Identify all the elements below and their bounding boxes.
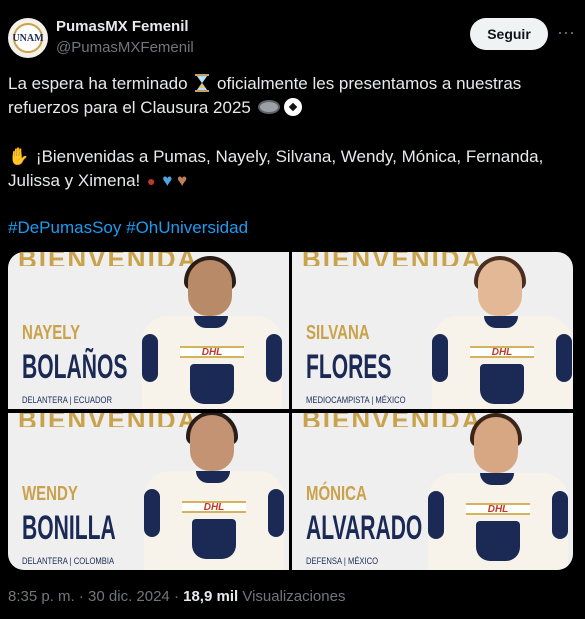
- follow-button[interactable]: Seguir: [470, 18, 548, 50]
- player-first-name: NAYELY: [22, 322, 81, 344]
- paw-prints-icon: ●: [147, 173, 156, 189]
- account-handle[interactable]: @PumasMXFemenil: [56, 39, 194, 56]
- player-photo: DHL: [144, 413, 284, 570]
- pumas-logo-icon: UNAM: [12, 23, 44, 53]
- player-first-name: SILVANA: [306, 322, 370, 344]
- post-metadata: 8:35 p. m. · 30 dic. 2024 · 18,9 mil Vis…: [8, 588, 345, 605]
- post-text-part: ¡Bienvenidas a Pumas, Nayely, Silvana, W…: [35, 147, 544, 166]
- post-header: UNAM PumasMX Femenil @PumasMXFemenil Seg…: [8, 14, 577, 64]
- player-role: DELANTERA | COLOMBIA: [22, 556, 115, 566]
- player-last-name: BONILLA: [22, 509, 116, 547]
- account-name[interactable]: PumasMX Femenil: [56, 18, 189, 35]
- player-last-name: BOLAÑOS: [22, 348, 128, 386]
- pumas-crest-icon: [476, 521, 520, 561]
- sponsor-logo: DHL: [470, 346, 534, 358]
- hourglass-icon: [195, 74, 210, 92]
- player-photo: DHL: [142, 256, 282, 409]
- separator: ·: [169, 588, 184, 605]
- avatar[interactable]: UNAM: [8, 18, 48, 58]
- media-image[interactable]: BIENVENIDA MÓNICA ALVARADO DEFENSA | MÉX…: [292, 413, 573, 570]
- player-first-name: MÓNICA: [306, 483, 367, 505]
- sponsor-logo: DHL: [182, 501, 246, 513]
- blue-heart-icon: ♥: [162, 171, 173, 190]
- sponsor-logo: DHL: [466, 503, 530, 515]
- hashtag-link[interactable]: #DePumasSoy: [8, 218, 121, 237]
- player-role: MEDIOCAMPISTA | MÉXICO: [306, 395, 406, 405]
- post-time[interactable]: 8:35 p. m.: [8, 588, 75, 605]
- media-image[interactable]: BIENVENIDA NAYELY BOLAÑOS DELANTERA | EC…: [8, 252, 289, 409]
- post-text-line3: ✋ ¡Bienvenidas a Pumas, Nayely, Silvana,…: [8, 145, 573, 169]
- more-options-icon[interactable]: ···: [556, 20, 576, 44]
- player-last-name: FLORES: [306, 348, 392, 386]
- player-role: DELANTERA | ECUADOR: [22, 395, 112, 405]
- hashtag-link[interactable]: #OhUniversidad: [126, 218, 248, 237]
- pumas-crest-icon: [480, 364, 524, 404]
- post-text-line4: Julissa y Ximena! ● ♥ ♥: [8, 169, 573, 193]
- post-text-line2: refuerzos para el Clausura 2025: [8, 96, 573, 120]
- brown-heart-icon: ♥: [177, 171, 188, 190]
- player-role: DEFENSA | MÉXICO: [306, 556, 379, 566]
- pumas-crest-icon: [192, 519, 236, 559]
- post-text-part: Julissa y Ximena!: [8, 171, 141, 190]
- post-text-part: La espera ha terminado: [8, 74, 188, 93]
- player-first-name: WENDY: [22, 483, 78, 505]
- post-text-part: oficialmente les presentamos a nuestras: [217, 74, 522, 93]
- raising-hands-icon: ✋: [8, 147, 30, 166]
- player-last-name: ALVARADO: [306, 509, 423, 547]
- player-photo: DHL: [432, 256, 572, 409]
- media-image[interactable]: BIENVENIDA WENDY BONILLA DELANTERA | COL…: [8, 413, 289, 570]
- media-image[interactable]: BIENVENIDA SILVANA FLORES MEDIOCAMPISTA …: [292, 252, 573, 409]
- post-date[interactable]: 30 dic. 2024: [88, 588, 170, 605]
- views-label: Visualizaciones: [238, 588, 346, 605]
- soccer-ball-icon: [284, 98, 303, 116]
- sponsor-logo: DHL: [180, 346, 244, 358]
- separator: ·: [74, 588, 89, 605]
- stadium-icon: [257, 100, 280, 114]
- views-count: 18,9 mil: [183, 588, 239, 605]
- post-text-part: refuerzos para el Clausura 2025: [8, 98, 251, 117]
- hashtags: #DePumasSoy #OhUniversidad: [8, 216, 573, 240]
- player-photo: DHL: [428, 413, 568, 570]
- pumas-crest-icon: [190, 364, 234, 404]
- media-grid[interactable]: BIENVENIDA NAYELY BOLAÑOS DELANTERA | EC…: [8, 252, 573, 570]
- post-text-line1: La espera ha terminado oficialmente les …: [8, 72, 573, 96]
